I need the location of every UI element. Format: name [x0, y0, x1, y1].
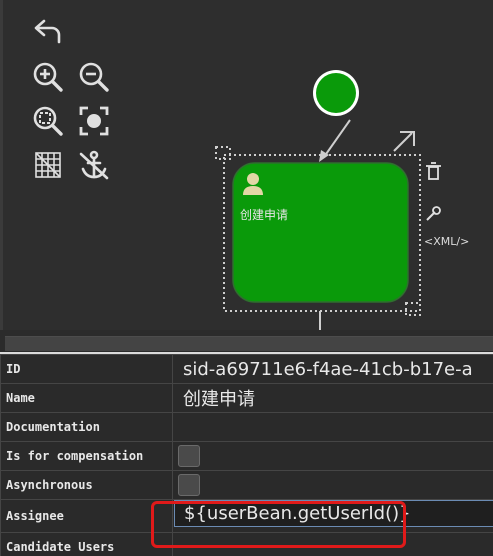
- start-event[interactable]: [316, 73, 356, 113]
- xml-button[interactable]: <XML/>: [424, 235, 469, 248]
- diagram-canvas[interactable]: 创建申请 <XML/>: [0, 0, 493, 330]
- assignee-input[interactable]: ${userBean.getUserId()}: [174, 500, 493, 527]
- property-row-assignee: Assignee ${userBean.getUserId()}: [1, 500, 493, 533]
- property-key: ID: [1, 355, 173, 384]
- property-row-asynchronous: Asynchronous: [1, 471, 493, 500]
- task-label: 创建申请: [240, 206, 288, 223]
- property-row-compensation: Is for compensation: [1, 442, 493, 471]
- property-key: Assignee: [1, 500, 173, 533]
- property-value-compensation: [173, 442, 493, 471]
- user-task[interactable]: [233, 163, 408, 302]
- property-value-asynchronous: [173, 471, 493, 500]
- property-value-assignee: ${userBean.getUserId()}: [173, 500, 493, 533]
- property-row-documentation: Documentation: [1, 413, 493, 442]
- property-key: Is for compensation: [1, 442, 173, 471]
- property-value-documentation[interactable]: [173, 413, 493, 442]
- property-row-name: Name 创建申请: [1, 384, 493, 413]
- wrench-icon[interactable]: [427, 207, 440, 220]
- property-key: Documentation: [1, 413, 173, 442]
- connect-arrow-icon[interactable]: [394, 133, 412, 151]
- panel-splitter[interactable]: [5, 336, 493, 351]
- process-diagram: [3, 0, 493, 330]
- property-value-candidate-users[interactable]: [173, 533, 493, 556]
- asynchronous-checkbox[interactable]: [178, 474, 200, 496]
- properties-table: ID sid-a69711e6-f4ae-41cb-b17e-a Name 创建…: [0, 354, 493, 556]
- property-value-name[interactable]: 创建申请: [173, 384, 493, 413]
- property-value-id[interactable]: sid-a69711e6-f4ae-41cb-b17e-a: [173, 355, 493, 384]
- trash-icon[interactable]: [426, 163, 441, 179]
- properties-panel: ID sid-a69711e6-f4ae-41cb-b17e-a Name 创建…: [0, 352, 493, 556]
- property-key: Candidate Users: [1, 533, 173, 556]
- property-row-candidate-users: Candidate Users: [1, 533, 493, 556]
- resize-handle-bottom-right[interactable]: [406, 303, 420, 315]
- compensation-checkbox[interactable]: [178, 445, 200, 467]
- sequence-flow[interactable]: [324, 120, 350, 157]
- property-key: Name: [1, 384, 173, 413]
- property-row-id: ID sid-a69711e6-f4ae-41cb-b17e-a: [1, 355, 493, 384]
- property-key: Asynchronous: [1, 471, 173, 500]
